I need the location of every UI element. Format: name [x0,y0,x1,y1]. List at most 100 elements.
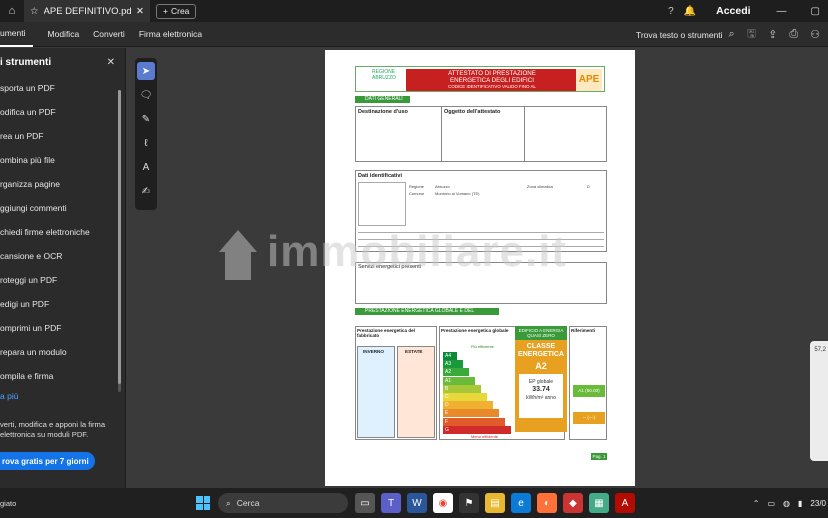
energy-class-bar: A1 [443,376,475,385]
tool-redact-pdf[interactable]: edigi un PDF [0,292,125,316]
home-icon: ⌂ [8,5,16,17]
menu-convert[interactable]: Converti [86,22,132,47]
region-logo: REGIONE ABRUZZO [372,69,396,81]
tool-create-pdf[interactable]: rea un PDF [0,124,125,148]
section-energy-performance: PRESTAZIONE ENERGETICA GLOBALE E DEL FAB… [355,308,499,321]
search-icon: ⌕ [226,497,231,508]
house-logo-icon [219,230,257,280]
menu-bar: umenti Modifica Converti Firma elettroni… [0,22,828,47]
minimize-button[interactable]: — [777,6,787,17]
summer-panel [397,346,435,438]
windows-start-icon[interactable] [196,496,210,510]
select-cursor-icon[interactable]: ➤ [137,62,155,80]
nzeb-header: EDIFICIO A ENERGIA QUASI ZERO [515,326,567,340]
task-view-icon[interactable]: ▭ [355,493,375,513]
view-more-link[interactable]: a più [0,388,125,404]
doc-header: REGIONE ABRUZZO ATTESTATO DI PRESTAZIONE… [355,66,605,92]
tool-organize-pages[interactable]: rganizza pagine [0,172,125,196]
references-label: Riferimenti [571,328,595,333]
panel-title: i strumenti [0,56,52,68]
document-tab[interactable]: ☆ APE DEFINITIVO.pdf ✕ [24,0,150,22]
star-icon[interactable]: ☆ [30,6,39,17]
file-explorer-icon[interactable]: ▤ [485,493,505,513]
tool-fill-sign[interactable]: ompila e firma [0,364,125,388]
tool-scan-ocr[interactable]: cansione e OCR [0,244,125,268]
edge-icon[interactable]: e [511,493,531,513]
print-icon[interactable]: ⎙ [789,28,798,41]
maximize-button[interactable]: ▢ [811,6,820,17]
network-icon[interactable]: ◍ [783,499,790,508]
ep-global-box: EP globale 33.74 kWh/m² anno [519,374,563,418]
help-icon[interactable]: ? [668,6,674,17]
tool-request-esign[interactable]: chiedi firme elettroniche [0,220,125,244]
draw-freehand-icon[interactable]: ℓ [137,134,155,152]
sign-icon[interactable]: ✍ [137,182,155,200]
tool-combine-files[interactable]: ombina più file [0,148,125,172]
chrome-icon[interactable]: ◉ [433,493,453,513]
home-button[interactable]: ⌂ [0,0,24,22]
display-icon[interactable]: ▭ [767,499,775,508]
tool-edit-pdf[interactable]: odifica un PDF [0,100,125,124]
energy-class-bar: B [443,384,481,393]
teams-icon[interactable]: T [381,493,401,513]
pdf-app-icon[interactable]: ◆ [563,493,583,513]
clock-date[interactable]: 23/0 [810,499,826,508]
word-icon[interactable]: W [407,493,427,513]
building-photo [358,182,406,226]
firefox-icon[interactable]: ◐ [537,493,557,513]
battery-icon[interactable]: ▮ [798,499,802,508]
tool-add-comments[interactable]: ggiungi commenti [0,196,125,220]
panel-header: i strumenti ✕ [0,48,125,76]
tray-chevron-icon[interactable]: ⌃ [753,499,760,508]
notification-icon[interactable]: 🔔 [684,6,696,17]
close-panel-icon[interactable]: ✕ [107,57,115,68]
energy-class-bar: F [443,417,505,426]
taskbar-search[interactable]: ⌕ Cerca [218,493,348,513]
page-number-tag: Pag. 1 [591,453,607,460]
ape-logo: APE [576,69,602,91]
energy-class-bar: A2 [443,368,469,377]
tab-title: APE DEFINITIVO.pdf [43,5,132,17]
tool-export-pdf[interactable]: sporta un PDF [0,76,125,100]
ep-global-unit: kWh/m² anno [526,395,556,401]
side-info-value: 57,2 [814,347,826,353]
save-icon[interactable]: 🖫 [747,25,756,44]
tool-compress-pdf[interactable]: omprimi un PDF [0,316,125,340]
acrobat-icon[interactable]: A [615,493,635,513]
energy-class-bar: A3 [443,360,463,369]
free-trial-button[interactable]: rova gratis per 7 giorni [0,452,95,470]
signin-button[interactable]: Accedi [716,5,750,17]
create-button[interactable]: + Crea [156,3,197,19]
title-bar: ⌂ ☆ APE DEFINITIVO.pdf ✕ + Crea ? 🔔 Acce… [0,0,828,22]
menu-tools[interactable]: umenti [0,22,33,47]
text-box-icon[interactable]: A [137,158,155,176]
energy-class-value: A2 [535,361,547,371]
store-app-icon[interactable]: ▦ [589,493,609,513]
find-tools-button[interactable]: Trova testo o strumenti ⌕ [636,28,735,41]
identification-label: Dati identificativi [358,173,403,179]
tool-prepare-form[interactable]: repara un modulo [0,340,125,364]
add-comment-icon[interactable]: 🗨 [137,86,155,104]
highlight-pen-icon[interactable]: ✎ [137,110,155,128]
energy-class-bar: D [443,401,493,410]
tool-protect-pdf[interactable]: roteggi un PDF [0,268,125,292]
menu-edit[interactable]: Modifica [41,22,87,47]
all-tools-panel: i strumenti ✕ sporta un PDF odifica un P… [0,48,126,488]
global-performance-label: Prestazione energetica globale [441,328,509,333]
share-icon[interactable]: ⚇ [810,28,820,41]
panel-scrollbar-thumb[interactable] [118,90,121,384]
promo-text: verti, modifica e apponi la firma elettr… [0,420,106,439]
menu-esign[interactable]: Firma elettronica [132,22,209,47]
taskbar: giato ⌕ Cerca ▭ T W ◉ ⚑ ▤ e ◐ ◆ ▦ A ⌃ ▭ … [0,488,828,518]
upload-icon[interactable]: ⇪ [768,28,777,41]
side-info-panel[interactable]: 57,2 [810,341,828,461]
energy-class-bar: G [443,425,511,434]
summer-label: ESTATE [405,349,423,354]
system-tray: ⌃ ▭ ◍ ▮ 23/0 [753,488,828,518]
taskbar-apps: ▭ T W ◉ ⚑ ▤ e ◐ ◆ ▦ A [355,493,635,513]
energy-class-box: EDIFICIO A ENERGIA QUASI ZERO CLASSE ENE… [515,326,567,432]
flag-app-icon[interactable]: ⚑ [459,493,479,513]
close-tab-icon[interactable]: ✕ [136,6,144,17]
energy-class-bar: A4 [443,352,457,360]
winter-panel [357,346,395,438]
